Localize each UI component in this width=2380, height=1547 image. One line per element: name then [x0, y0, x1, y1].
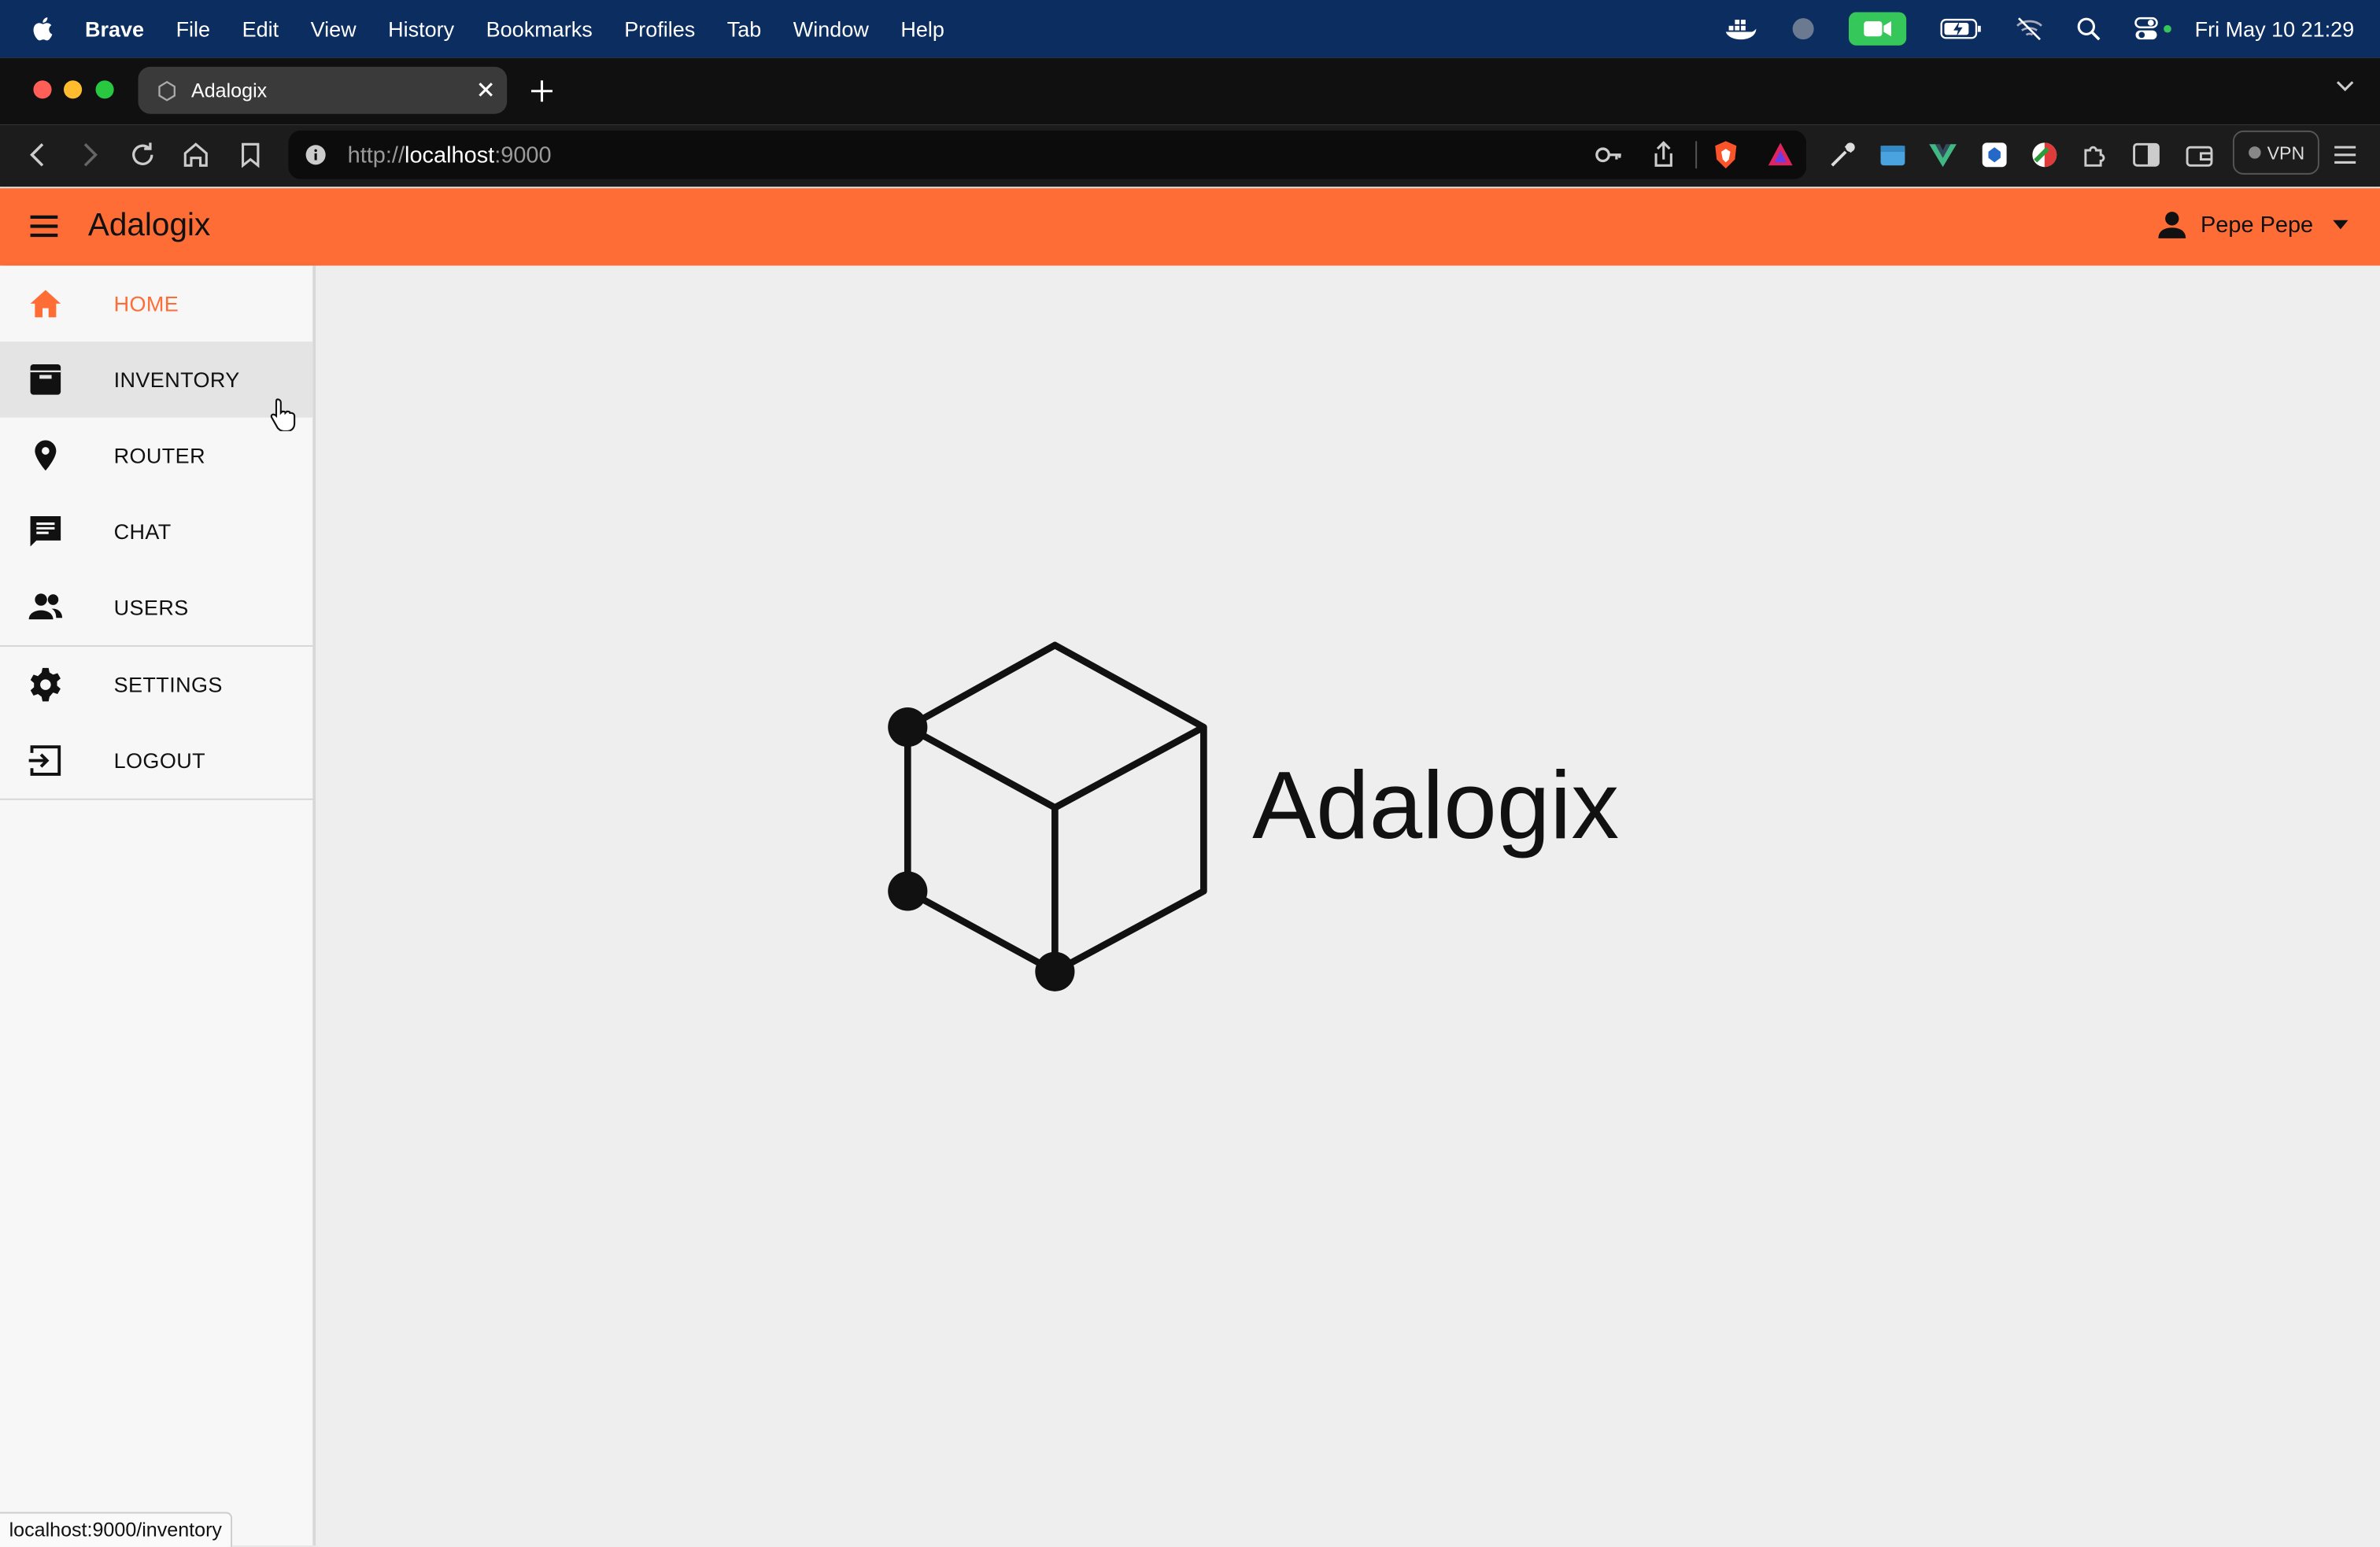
menu-history[interactable]: History — [388, 17, 454, 41]
menu-help[interactable]: Help — [900, 17, 944, 41]
wallet-icon[interactable] — [2184, 139, 2215, 170]
app-header: Adalogix Pepe Pepe — [0, 188, 2380, 266]
window-zoom-button[interactable] — [95, 80, 114, 99]
menu-file[interactable]: File — [176, 17, 211, 41]
url-host: localhost — [405, 142, 495, 169]
url-port: :9000 — [494, 142, 552, 169]
share-icon[interactable] — [1648, 139, 1679, 170]
link-status-bar: localhost:9000/inventory — [0, 1512, 233, 1547]
menu-view[interactable]: View — [311, 17, 357, 41]
logout-icon — [28, 745, 61, 776]
sidebar-item-settings[interactable]: SETTINGS — [0, 647, 312, 722]
tab-favicon-icon — [158, 80, 176, 102]
back-icon[interactable] — [23, 139, 54, 170]
sidebar-item-home[interactable]: HOME — [0, 266, 312, 342]
caret-down-icon — [2333, 220, 2349, 230]
chat-icon — [30, 515, 61, 547]
sidebar-item-label: CHAT — [113, 519, 172, 544]
menu-edit[interactable]: Edit — [242, 17, 279, 41]
key-icon[interactable] — [1594, 139, 1624, 170]
facetime-icon[interactable] — [1848, 12, 1907, 46]
gear-icon — [30, 667, 61, 702]
brave-shield-icon[interactable] — [1710, 139, 1741, 170]
sidebar-divider — [0, 798, 313, 800]
vpn-label: VPN — [2267, 142, 2305, 164]
sidebar-item-chat[interactable]: CHAT — [0, 493, 312, 569]
sidebar-item-label: LOGOUT — [113, 748, 205, 773]
home-icon — [30, 290, 61, 318]
user-menu-button[interactable]: Pepe Pepe — [2156, 209, 2349, 240]
forward-icon[interactable] — [74, 139, 105, 170]
sidebar-item-label: USERS — [113, 595, 189, 620]
wifi-off-icon[interactable] — [2016, 17, 2043, 41]
folder-icon[interactable] — [1878, 139, 1909, 170]
logo-wordmark: Adalogix — [1252, 752, 1620, 859]
sidebar-item-users[interactable]: USERS — [0, 569, 312, 644]
menubar-status-area: Fri May 10 21:29 — [1691, 0, 2354, 57]
main-content: Adalogix — [316, 265, 2380, 1545]
menu-icon[interactable] — [2330, 139, 2360, 170]
sidebar-item-label: ROUTER — [113, 443, 205, 468]
hand-cursor-icon — [270, 398, 296, 431]
site-info-icon[interactable] — [305, 144, 327, 165]
cube-logo-icon — [888, 641, 1207, 991]
window-close-button[interactable] — [33, 80, 52, 99]
color-icon[interactable] — [2029, 139, 2060, 170]
menubar-clock[interactable]: Fri May 10 21:29 — [2195, 17, 2355, 41]
macos-menu-bar: Brave File Edit View History Bookmarks P… — [0, 0, 2380, 58]
map-pin-icon — [35, 440, 57, 471]
battery-icon[interactable] — [1940, 18, 1983, 39]
archive-icon — [30, 364, 61, 395]
bookmark-icon[interactable] — [235, 139, 266, 170]
sidebar-item-logout[interactable]: LOGOUT — [0, 722, 312, 798]
user-icon — [2157, 212, 2186, 238]
menu-profiles[interactable]: Profiles — [624, 17, 695, 41]
docker-icon[interactable] — [1724, 17, 1757, 41]
sidebar-icon[interactable] — [2131, 139, 2162, 170]
tab-close-icon[interactable] — [475, 79, 497, 100]
extension-icon[interactable] — [1979, 139, 2010, 170]
reload-icon[interactable] — [128, 139, 158, 170]
menu-bookmarks[interactable]: Bookmarks — [486, 17, 593, 41]
vpn-button[interactable]: VPN — [2232, 130, 2319, 175]
toolbar-separator — [1695, 141, 1698, 169]
tab-list-chevron-icon[interactable] — [2334, 79, 2356, 94]
vue-devtools-icon[interactable] — [1927, 139, 1958, 170]
sidebar-item-label: SETTINGS — [113, 672, 223, 697]
hamburger-menu-icon[interactable] — [29, 212, 60, 240]
tab-title: Adalogix — [190, 79, 268, 102]
menu-app-name[interactable]: Brave — [85, 17, 144, 41]
new-tab-icon[interactable] — [528, 77, 556, 105]
sidebar-nav: HOME INVENTORY ROUTER CHAT USERS SETTING… — [0, 265, 316, 1545]
sidebar-item-inventory[interactable]: INVENTORY — [0, 342, 313, 418]
url-scheme: http:// — [347, 142, 405, 169]
app-title: Adalogix — [87, 208, 211, 243]
puzzle-icon[interactable] — [2079, 139, 2110, 170]
sidebar-item-label: INVENTORY — [113, 367, 240, 392]
url-text: http://localhost:9000 — [348, 142, 552, 168]
control-center-icon[interactable] — [2134, 17, 2173, 41]
browser-toolbar: http://localhost:9000 VPN — [0, 124, 2380, 187]
browser-tab-active[interactable]: Adalogix — [138, 66, 508, 114]
home-browser-icon[interactable] — [180, 139, 211, 170]
menu-window[interactable]: Window — [793, 17, 869, 41]
user-name: Pepe Pepe — [2200, 212, 2314, 238]
window-minimize-button[interactable] — [63, 80, 83, 99]
users-icon — [28, 593, 63, 620]
vpn-status-icon — [2248, 146, 2260, 159]
address-bar[interactable]: http://localhost:9000 — [288, 130, 1806, 179]
sidebar-item-router[interactable]: ROUTER — [0, 418, 312, 493]
menu-tab[interactable]: Tab — [727, 17, 762, 41]
sidebar-item-label: HOME — [113, 291, 179, 316]
browser-tab-strip: Adalogix — [0, 57, 2380, 125]
brave-rewards-icon[interactable] — [1765, 139, 1796, 170]
spotlight-icon[interactable] — [2076, 17, 2101, 41]
apple-icon[interactable] — [31, 15, 58, 42]
eyedropper-icon[interactable] — [1828, 139, 1858, 170]
record-icon[interactable] — [1791, 17, 1816, 41]
